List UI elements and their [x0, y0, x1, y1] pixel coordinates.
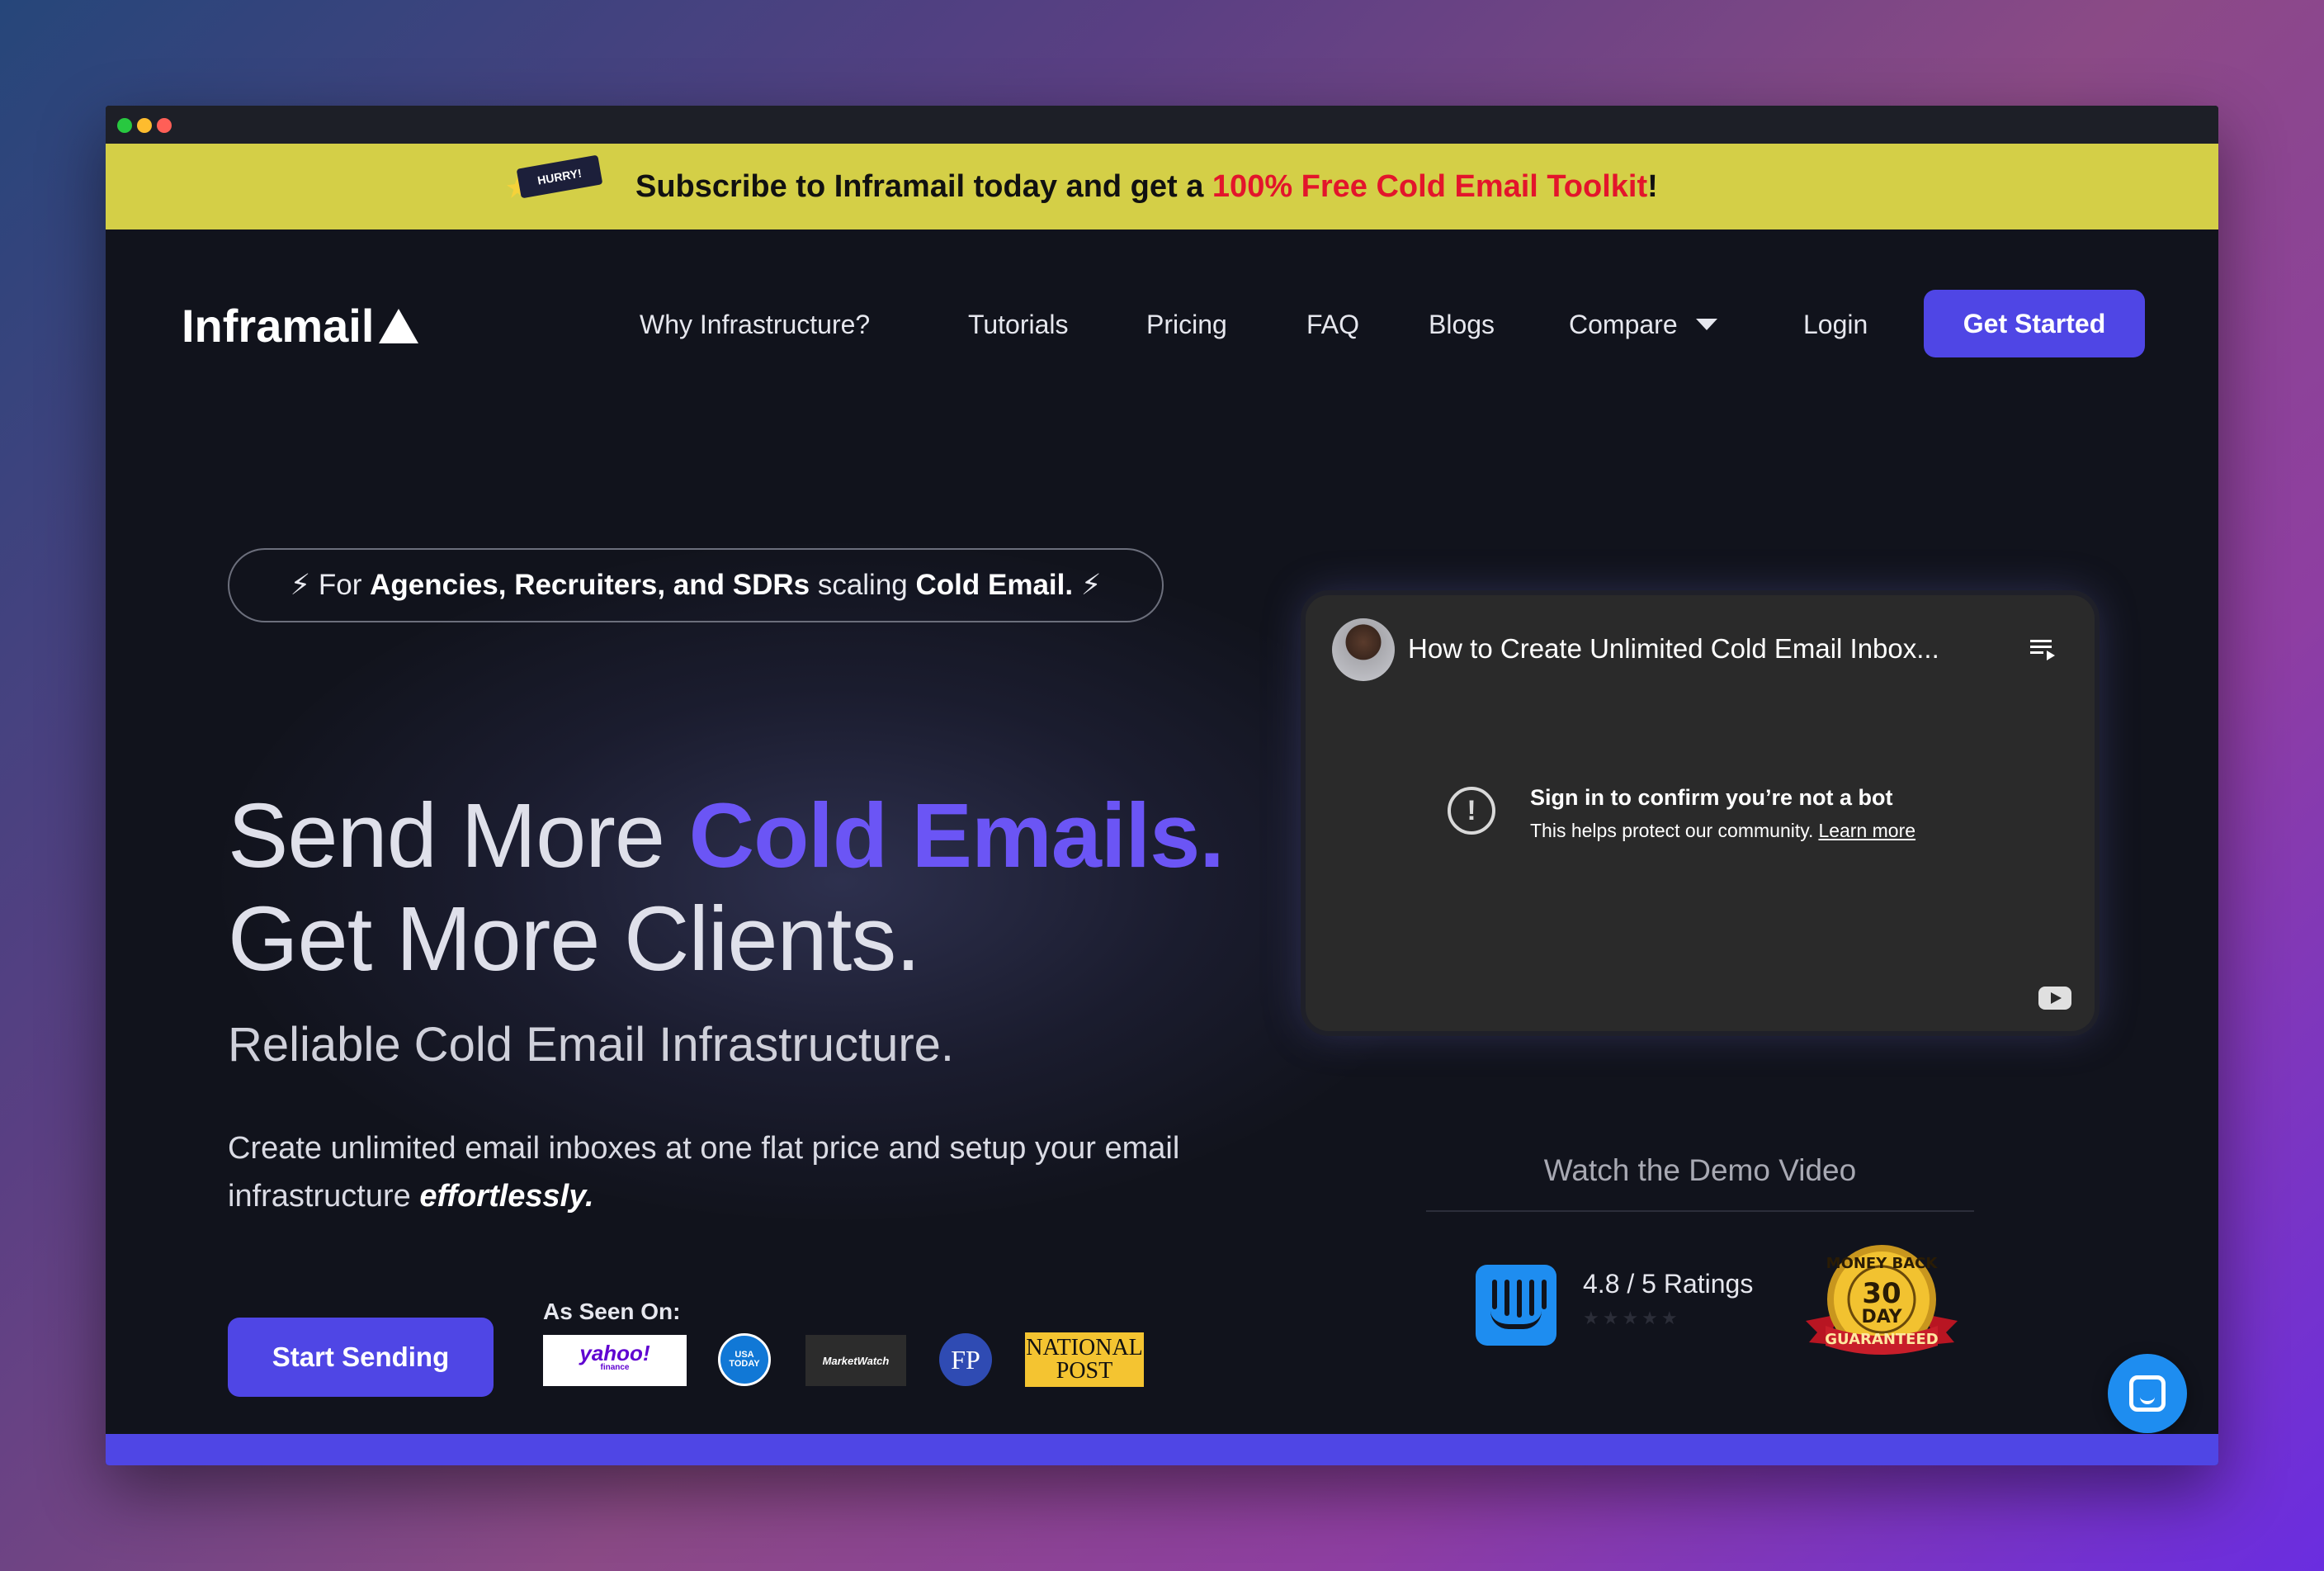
promo-highlight[interactable]: 100% Free Cold Email Toolkit [1212, 169, 1647, 204]
as-seen-on-label: As Seen On: [543, 1299, 681, 1324]
press-logo-financial-post: FP [939, 1333, 992, 1386]
yahoo-wordmark: yahoo! [579, 1341, 650, 1365]
window-close-button[interactable] [157, 118, 172, 133]
badge-number: 30 [1862, 1277, 1901, 1310]
bot-check-title: Sign in to confirm you’re not a bot [1530, 785, 1893, 810]
learn-more-link[interactable]: Learn more [1818, 820, 1915, 841]
chat-launcher-button[interactable] [2108, 1354, 2187, 1433]
money-back-guarantee-badge: MONEY BACK 30 DAY GUARANTEED [1806, 1245, 1958, 1355]
youtube-icon[interactable] [2038, 987, 2071, 1010]
press-logo-marketwatch: MarketWatch [805, 1335, 906, 1386]
pill-bold-2: Cold Email. [915, 569, 1074, 601]
pill-text-1: For [318, 569, 371, 601]
hero-description: Create unlimited email inboxes at one fl… [228, 1124, 1218, 1220]
watch-demo-caption: Watch the Demo Video [1543, 1153, 1857, 1187]
press-logo-usa-today: USA TODAY [718, 1333, 771, 1386]
press-logo-national-post: NATIONAL POST [1025, 1332, 1144, 1387]
badge-ribbon-text: GUARANTEED [1825, 1331, 1938, 1348]
marketwatch-wordmark: MarketWatch [822, 1354, 890, 1367]
intercom-bar [1492, 1280, 1497, 1309]
bolt-icon: ⚡ [290, 569, 311, 601]
headline-line-1: Send More Cold Emails. [228, 783, 1225, 890]
demo-video-embed[interactable]: How to Create Unlimited Cold Email Inbox… [1306, 595, 2095, 1031]
logo-triangle-icon [379, 309, 419, 343]
national-post-word-2: POST [1056, 1358, 1113, 1384]
channel-avatar[interactable] [1332, 618, 1395, 681]
headline-line-2: Get More Clients. [228, 888, 921, 990]
playlist-icon[interactable] [2029, 635, 2058, 665]
nav-pricing[interactable]: Pricing [1146, 304, 1227, 345]
bot-check-subtitle-text: This helps protect our community. [1530, 820, 1814, 841]
nav-compare-label: Compare [1569, 310, 1678, 339]
start-sending-button[interactable]: Start Sending [228, 1318, 494, 1397]
badge-day: DAY [1861, 1307, 1902, 1327]
national-post-word-1: NATIONAL [1026, 1335, 1143, 1360]
badge-top-text: MONEY BACK [1826, 1255, 1939, 1272]
logo-text: Inframail [182, 300, 375, 352]
bolt-icon: ⚡ [1080, 569, 1102, 601]
fp-wordmark: FP [951, 1344, 980, 1375]
site-logo[interactable]: Inframail [182, 297, 419, 355]
browser-window: HURRY! Subscribe to Inframail today and … [106, 106, 2218, 1465]
headline-accent: Cold Emails. [688, 785, 1225, 887]
subheadline: Reliable Cold Email Infrastructure. [228, 1018, 955, 1072]
get-started-button[interactable]: Get Started [1924, 290, 2145, 357]
nav-compare[interactable]: Compare [1569, 304, 1717, 345]
hero-description-emphasis: effortlessly. [419, 1179, 594, 1214]
nav-why-infrastructure[interactable]: Why Infrastructure? [640, 304, 870, 345]
rating-text: 4.8 / 5 Ratings [1583, 1269, 1754, 1299]
intercom-smile [1490, 1311, 1542, 1329]
alert-icon: ! [1448, 787, 1495, 835]
window-zoom-button[interactable] [117, 118, 132, 133]
nav-blogs[interactable]: Blogs [1429, 304, 1495, 345]
promo-text-after: ! [1647, 169, 1658, 204]
bot-check-subtitle: This helps protect our community. Learn m… [1530, 816, 1915, 845]
nav-login[interactable]: Login [1803, 304, 1868, 345]
headline-plain: Send More [228, 785, 689, 887]
window-titlebar [106, 106, 2218, 144]
pill-bold-1: Agencies, Recruiters, and SDRs [370, 569, 810, 601]
usa-today-wordmark: USA TODAY [729, 1350, 760, 1369]
video-title[interactable]: How to Create Unlimited Cold Email Inbox… [1408, 628, 1939, 670]
hero-description-text: Create unlimited email inboxes at one fl… [228, 1131, 1180, 1214]
nav-tutorials[interactable]: Tutorials [968, 304, 1069, 345]
audience-pill: ⚡ For Agencies, Recruiters, and SDRs sca… [228, 548, 1164, 622]
rating-stars: ★★★★★ [1583, 1308, 1681, 1328]
caret-down-icon [1695, 319, 1717, 330]
hurry-tag: HURRY! [516, 154, 603, 199]
chat-icon [2129, 1375, 2166, 1412]
promo-banner[interactable]: HURRY! Subscribe to Inframail today and … [106, 144, 2218, 229]
promo-text-before: Subscribe to Inframail today and get a [635, 169, 1212, 204]
pill-text-2: scaling [810, 569, 916, 601]
section-divider [1426, 1210, 1974, 1212]
press-logo-yahoo-finance: yahoo! finance [543, 1335, 687, 1386]
bottom-accent-bar [106, 1434, 2218, 1465]
window-minimize-button[interactable] [137, 118, 152, 133]
intercom-icon [1476, 1265, 1556, 1346]
promo-text: Subscribe to Inframail today and get a 1… [635, 163, 1658, 210]
intercom-bar [1542, 1280, 1547, 1309]
nav-faq[interactable]: FAQ [1306, 304, 1359, 345]
